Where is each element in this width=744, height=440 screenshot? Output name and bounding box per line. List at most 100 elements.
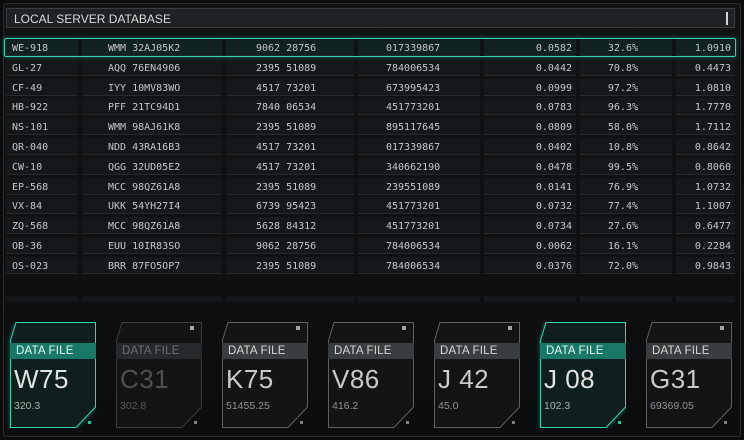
- row-rate: 0.0141: [484, 177, 576, 195]
- card-corner-marker-icon: [88, 421, 91, 424]
- row-percent: 77.4%: [580, 197, 672, 215]
- row-serial: 017339867: [358, 137, 480, 155]
- row-percent: 58.0%: [580, 118, 672, 136]
- row-factor: 0.4473: [676, 58, 735, 76]
- row-id: HB-922: [6, 98, 78, 116]
- row-number: 9062 28756: [226, 236, 354, 254]
- data-file-cards: DATA FILE W75 320.3 DATA FILE C31 302.8 DATA F…: [6, 322, 735, 428]
- row-factor: 0.9843: [676, 256, 735, 274]
- row-serial: 017339867: [358, 39, 480, 56]
- data-file-card[interactable]: DATA FILE W75 320.3: [6, 322, 96, 428]
- card-status-dot-icon: [190, 326, 194, 330]
- row-serial: 451773201: [358, 98, 480, 116]
- row-id: EP-568: [6, 177, 78, 195]
- card-label: DATA FILE: [646, 343, 732, 359]
- card-value: 69369.05: [650, 400, 694, 412]
- row-serial: 340662190: [358, 157, 480, 175]
- card-label: DATA FILE: [10, 343, 96, 359]
- row-rate: 0.0402: [484, 137, 576, 155]
- card-value: 320.3: [14, 400, 41, 412]
- window-title: LOCAL SERVER DATABASE: [14, 12, 171, 26]
- row-code: NDD 43RA16B3: [82, 137, 222, 155]
- row-id: OB-36: [6, 236, 78, 254]
- row-number: 6739 95423: [226, 197, 354, 215]
- card-value: 102.3: [544, 400, 571, 412]
- row-rate: 0.0999: [484, 78, 576, 96]
- card-value: 416.2: [332, 400, 359, 412]
- row-rate: 0.0442: [484, 58, 576, 76]
- row-code: MCC 98QZ61A8: [82, 217, 222, 235]
- table-row[interactable]: HB-922 PFF 21TC94D1 7840 06534 451773201 0.0…: [6, 97, 735, 117]
- row-factor: 0.2284: [676, 236, 735, 254]
- row-rate: 0.0732: [484, 197, 576, 215]
- row-number: 7840 06534: [226, 98, 354, 116]
- data-file-card[interactable]: DATA FILE G31 69369.05: [642, 322, 732, 428]
- row-factor: 1.0810: [676, 78, 735, 96]
- row-percent: 27.6%: [580, 217, 672, 235]
- row-factor: 0.8060: [676, 157, 735, 175]
- table-row[interactable]: GL-27 AQQ 76EN4906 2395 51089 784006534 0.04…: [6, 58, 735, 78]
- row-percent: 70.8%: [580, 58, 672, 76]
- table-row[interactable]: CF-49 IYY 10MV83WO 4517 73201 673995423 0.09…: [6, 78, 735, 98]
- row-id: QR-040: [6, 137, 78, 155]
- table-row[interactable]: ZQ-568 MCC 98QZ61A8 5628 84312 451773201 0.0…: [6, 216, 735, 236]
- card-corner-marker-icon: [194, 421, 197, 424]
- row-rate: 0.0783: [484, 98, 576, 116]
- row-factor: 1.0910: [676, 39, 735, 56]
- card-corner-marker-icon: [406, 421, 409, 424]
- card-code: J 42: [438, 364, 490, 394]
- row-number: 2395 51089: [226, 256, 354, 274]
- row-percent: 72.0%: [580, 256, 672, 274]
- row-code: PFF 21TC94D1: [82, 98, 222, 116]
- row-percent: 16.1%: [580, 236, 672, 254]
- row-code: IYY 10MV83WO: [82, 78, 222, 96]
- row-rate: 0.0734: [484, 217, 576, 235]
- row-serial: 239551089: [358, 177, 480, 195]
- table-row[interactable]: NS-101 WMM 98AJ61K8 2395 51089 895117645 0.0…: [6, 117, 735, 137]
- card-status-dot-icon: [402, 326, 406, 330]
- row-rate: 0.0478: [484, 157, 576, 175]
- data-file-card[interactable]: DATA FILE C31 302.8: [112, 322, 202, 428]
- row-factor: 1.0732: [676, 177, 735, 195]
- row-factor: 1.1007: [676, 197, 735, 215]
- data-file-card[interactable]: DATA FILE K75 51455.25: [218, 322, 308, 428]
- row-code: EUU 10IR83SO: [82, 236, 222, 254]
- row-serial: 895117645: [358, 118, 480, 136]
- card-code: G31: [650, 364, 701, 394]
- row-number: 4517 73201: [226, 78, 354, 96]
- row-code: WMM 32AJ05K2: [82, 39, 222, 56]
- card-label: DATA FILE: [328, 343, 414, 359]
- card-value: 45.0: [438, 400, 459, 412]
- table-row[interactable]: QR-040 NDD 43RA16B3 4517 73201 017339867 0.0…: [6, 137, 735, 157]
- row-number: 5628 84312: [226, 217, 354, 235]
- table-row[interactable]: OS-023 BRR 87FO5OP7 2395 51089 784006534 0.0…: [6, 256, 735, 276]
- card-corner-marker-icon: [300, 421, 303, 424]
- card-value: 302.8: [120, 400, 147, 412]
- row-serial: 784006534: [358, 256, 480, 274]
- card-corner-marker-icon: [512, 421, 515, 424]
- card-label: DATA FILE: [222, 343, 308, 359]
- card-corner-marker-icon: [724, 421, 727, 424]
- row-id: CF-49: [6, 78, 78, 96]
- row-id: VX-84: [6, 197, 78, 215]
- table-row[interactable]: VX-84 UKK 54YH27I4 6739 95423 451773201 0.07…: [6, 196, 735, 216]
- row-code: AQQ 76EN4906: [82, 58, 222, 76]
- row-percent: 99.5%: [580, 157, 672, 175]
- data-file-card[interactable]: DATA FILE V86 416.2: [324, 322, 414, 428]
- table-row-selected[interactable]: WE-918 WMM 32AJ05K2 9062 28756 017339867 0.0…: [4, 38, 736, 58]
- row-percent: 10.8%: [580, 137, 672, 155]
- empty-table-row: [6, 296, 735, 302]
- card-code: J 08: [544, 364, 596, 394]
- table-row[interactable]: EP-568 MCC 98QZ61A8 2395 51089 239551089 0.0…: [6, 177, 735, 197]
- row-factor: 0.6477: [676, 217, 735, 235]
- table-row[interactable]: OB-36 EUU 10IR83SO 9062 28756 784006534 0.00…: [6, 236, 735, 256]
- row-id: CW-10: [6, 157, 78, 175]
- data-file-card[interactable]: DATA FILE J 42 45.0: [430, 322, 520, 428]
- data-file-card[interactable]: DATA FILE J 08 102.3: [536, 322, 626, 428]
- table-row[interactable]: CW-10 QGG 32UD05E2 4517 73201 340662190 0.04…: [6, 157, 735, 177]
- row-number: 2395 51089: [226, 177, 354, 195]
- row-code: WMM 98AJ61K8: [82, 118, 222, 136]
- card-code: V86: [332, 364, 380, 394]
- row-code: BRR 87FO5OP7: [82, 256, 222, 274]
- card-label: DATA FILE: [434, 343, 520, 359]
